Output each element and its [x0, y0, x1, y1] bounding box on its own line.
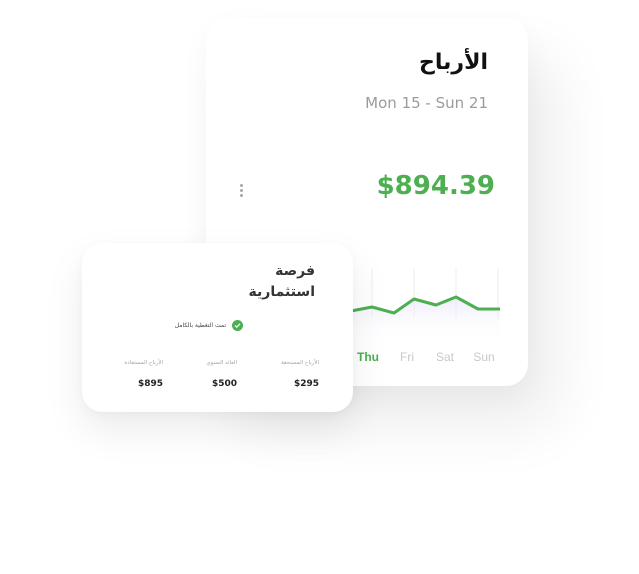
investment-title: فرصة استثمارية — [195, 261, 315, 303]
earnings-amount: $894.39 — [376, 171, 495, 201]
stat-value-annual-return: $500 — [211, 379, 237, 389]
stat-label-due-earnings: الأرباح المستحقة — [280, 360, 319, 366]
day-label-fri: Fri — [400, 350, 414, 364]
day-label-sun: Sun — [473, 350, 494, 364]
stat-label-annual-return: العائد السنوي — [206, 360, 237, 366]
day-label-sat: Sat — [436, 350, 455, 364]
stat-value-realized-earnings: $895 — [137, 379, 163, 389]
earnings-title: الأرباح — [419, 50, 488, 75]
check-circle-icon — [232, 320, 243, 331]
date-range: Mon 15 - Sun 21 — [365, 94, 488, 112]
chart-area — [351, 297, 500, 343]
coverage-status: تمت التغطية بالكامل — [175, 320, 243, 331]
investment-card[interactable]: فرصة استثمارية تمت التغطية بالكامل الأرب… — [82, 243, 353, 412]
stat-value-due-earnings: $295 — [293, 379, 319, 389]
investment-title-line2: استثمارية — [248, 284, 315, 300]
stat-label-realized-earnings: الأرباح المستفادة — [124, 360, 163, 366]
day-label-thu: Thu — [357, 350, 379, 364]
more-options-icon[interactable] — [236, 184, 246, 200]
investment-title-line1: فرصة — [275, 263, 315, 279]
coverage-status-text: تمت التغطية بالكامل — [174, 322, 226, 329]
